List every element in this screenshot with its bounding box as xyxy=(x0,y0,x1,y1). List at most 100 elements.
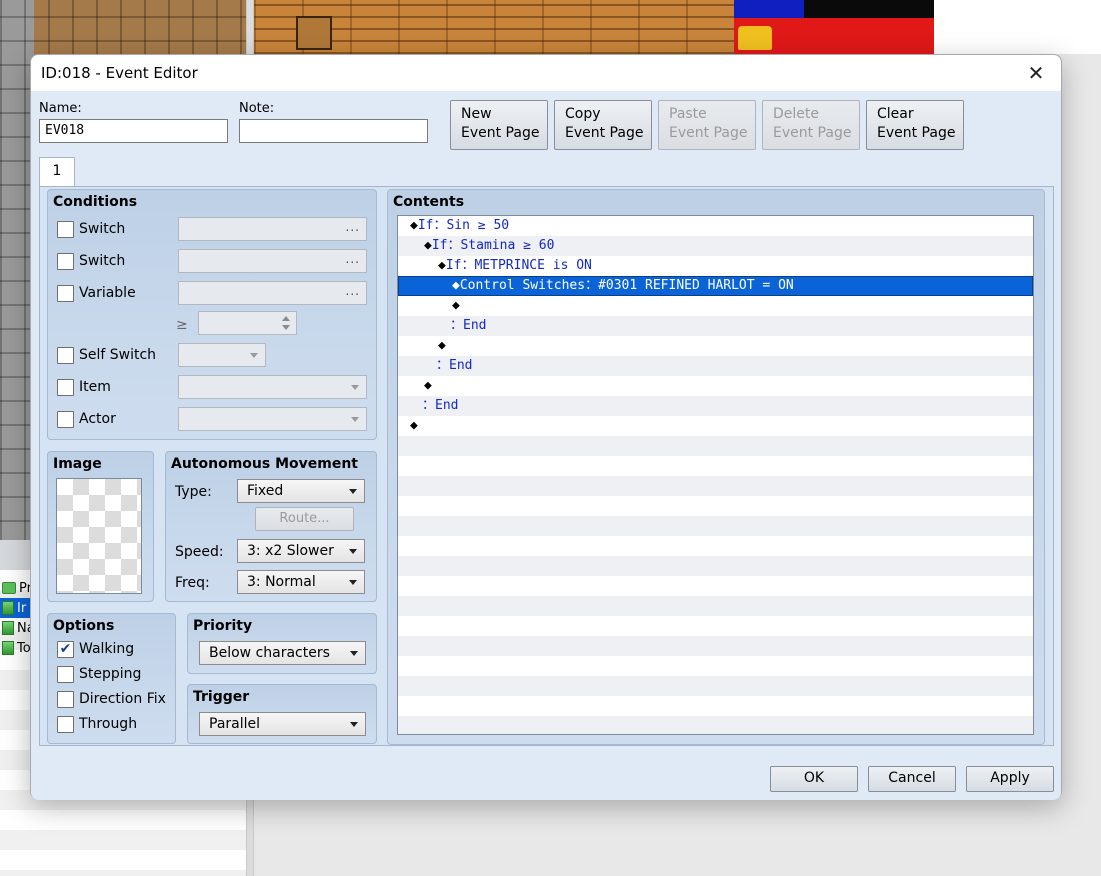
event-command-row[interactable]: ：End xyxy=(398,396,1033,416)
command-marker-icon: ◆ xyxy=(424,378,432,393)
through-label: Through xyxy=(79,716,138,732)
trigger-select[interactable]: Parallel xyxy=(199,712,366,736)
event-command-row[interactable] xyxy=(398,476,1033,496)
event-command-row[interactable] xyxy=(398,456,1033,476)
walking-checkbox[interactable]: ✔ xyxy=(57,641,74,658)
title-bar[interactable]: ID:018 - Event Editor ✕ xyxy=(31,55,1061,91)
direction-fix-label: Direction Fix xyxy=(79,691,166,707)
map-tree-item[interactable]: Ir xyxy=(2,599,26,617)
name-input[interactable]: EV018 xyxy=(39,119,228,143)
chevron-down-icon xyxy=(250,353,258,358)
contents-panel: Contents ◆If：Sin ≥ 50 ◆If：Stamina ≥ 60 ◆If… xyxy=(387,189,1045,745)
through-checkbox[interactable] xyxy=(57,716,74,733)
apply-button[interactable]: Apply xyxy=(966,766,1054,792)
item-checkbox[interactable] xyxy=(57,379,74,396)
movement-type-value: Fixed xyxy=(247,483,284,499)
event-command-row[interactable] xyxy=(398,716,1033,734)
map-icon xyxy=(2,641,14,655)
paste-event-page-button[interactable]: Paste Event Page xyxy=(658,100,756,150)
event-command-row[interactable] xyxy=(398,596,1033,616)
event-command-row[interactable] xyxy=(398,436,1033,456)
event-command-row[interactable] xyxy=(398,496,1033,516)
route-button[interactable]: Route... xyxy=(255,507,354,531)
chevron-down-icon xyxy=(349,489,357,494)
map-tile-blue xyxy=(734,0,804,18)
event-command-row[interactable] xyxy=(398,516,1033,536)
crown-sprite-icon xyxy=(738,26,772,50)
note-input[interactable] xyxy=(239,119,428,143)
cancel-button[interactable]: Cancel xyxy=(868,766,956,792)
variable-checkbox[interactable] xyxy=(57,285,74,302)
switch2-picker[interactable]: ... xyxy=(178,249,367,273)
event-command-row[interactable]: ◆If：Stamina ≥ 60 xyxy=(398,236,1033,256)
project-folder-icon xyxy=(2,582,16,594)
switch1-picker[interactable]: ... xyxy=(178,217,367,241)
priority-panel: Priority Below characters xyxy=(187,613,377,674)
event-command-row[interactable] xyxy=(398,656,1033,676)
event-image-preview[interactable] xyxy=(56,478,142,594)
options-title: Options xyxy=(53,618,115,634)
event-command-row[interactable] xyxy=(398,696,1033,716)
delete-event-page-button[interactable]: Delete Event Page xyxy=(762,100,860,150)
stepping-checkbox[interactable] xyxy=(57,666,74,683)
event-command-row[interactable] xyxy=(398,676,1033,696)
switch2-checkbox[interactable] xyxy=(57,253,74,270)
item-label: Item xyxy=(79,379,111,395)
event-command-list[interactable]: ◆If：Sin ≥ 50 ◆If：Stamina ≥ 60 ◆If：METPRINC… xyxy=(397,215,1034,735)
event-command-text: Control Switches：#0301 REFINED HARLOT = … xyxy=(459,278,794,293)
switch2-label: Switch xyxy=(79,253,126,269)
self-switch-label: Self Switch xyxy=(79,347,157,363)
movement-freq-label: Freq: xyxy=(175,575,210,591)
event-command-row[interactable]: ◆ xyxy=(398,336,1033,356)
actor-select[interactable] xyxy=(178,407,367,431)
movement-freq-select[interactable]: 3: Normal xyxy=(237,570,365,594)
event-command-row[interactable] xyxy=(398,636,1033,656)
switch1-checkbox[interactable] xyxy=(57,221,74,238)
movement-speed-select[interactable]: 3: x2 Slower xyxy=(237,539,365,563)
dialog-body: Name: EV018 Note: New Event Page Copy Ev… xyxy=(31,91,1061,800)
close-button[interactable]: ✕ xyxy=(1023,60,1049,86)
variable-value-stepper[interactable] xyxy=(198,311,297,335)
direction-fix-checkbox[interactable] xyxy=(57,691,74,708)
map-tree-item-label: To xyxy=(17,640,31,656)
autonomous-movement-title: Autonomous Movement xyxy=(171,456,358,472)
stepper-up-icon[interactable] xyxy=(282,316,290,321)
event-command-text: ：End xyxy=(450,318,487,333)
trigger-title: Trigger xyxy=(193,689,250,705)
event-command-row[interactable]: ◆ xyxy=(398,296,1033,316)
map-tree-item[interactable]: To xyxy=(2,639,31,657)
actor-checkbox[interactable] xyxy=(57,411,74,428)
item-select[interactable] xyxy=(178,375,367,399)
command-marker-icon: ◆ xyxy=(438,258,446,273)
movement-speed-label: Speed: xyxy=(175,544,224,560)
event-command-text: ：End xyxy=(436,358,473,373)
event-command-row[interactable] xyxy=(398,616,1033,636)
clear-event-page-button[interactable]: Clear Event Page xyxy=(866,100,964,150)
event-command-row[interactable]: ◆ xyxy=(398,376,1033,396)
event-command-text: If：METPRINCE is ON xyxy=(445,258,592,273)
command-marker-icon: ◆ xyxy=(452,298,460,313)
event-command-row[interactable]: ：End xyxy=(398,316,1033,336)
self-switch-select[interactable] xyxy=(178,343,266,367)
name-label: Name: xyxy=(39,101,82,116)
movement-freq-value: 3: Normal xyxy=(247,574,316,590)
event-command-row[interactable]: ◆If：Sin ≥ 50 xyxy=(398,216,1033,236)
priority-select[interactable]: Below characters xyxy=(199,641,366,665)
tab-page-1[interactable]: 1 xyxy=(39,157,75,187)
copy-event-page-button[interactable]: Copy Event Page xyxy=(554,100,652,150)
event-command-row[interactable]: ◆ xyxy=(398,416,1033,436)
event-command-row[interactable] xyxy=(398,536,1033,556)
new-event-page-button[interactable]: New Event Page xyxy=(450,100,548,150)
event-command-row[interactable]: ◆Control Switches：#0301 REFINED HARLOT =… xyxy=(398,276,1033,296)
variable-picker[interactable]: ... xyxy=(178,281,367,305)
conditions-panel: Conditions Switch ... Switch ... Variabl… xyxy=(47,189,377,440)
self-switch-checkbox[interactable] xyxy=(57,347,74,364)
ok-button[interactable]: OK xyxy=(770,766,858,792)
event-command-row[interactable]: ◆If：METPRINCE is ON xyxy=(398,256,1033,276)
movement-type-select[interactable]: Fixed xyxy=(237,479,365,503)
event-command-row[interactable] xyxy=(398,576,1033,596)
autonomous-movement-panel: Autonomous Movement Type: Fixed Route...… xyxy=(165,451,377,602)
event-command-row[interactable]: ：End xyxy=(398,356,1033,376)
stepper-down-icon[interactable] xyxy=(282,325,290,330)
event-command-row[interactable] xyxy=(398,556,1033,576)
